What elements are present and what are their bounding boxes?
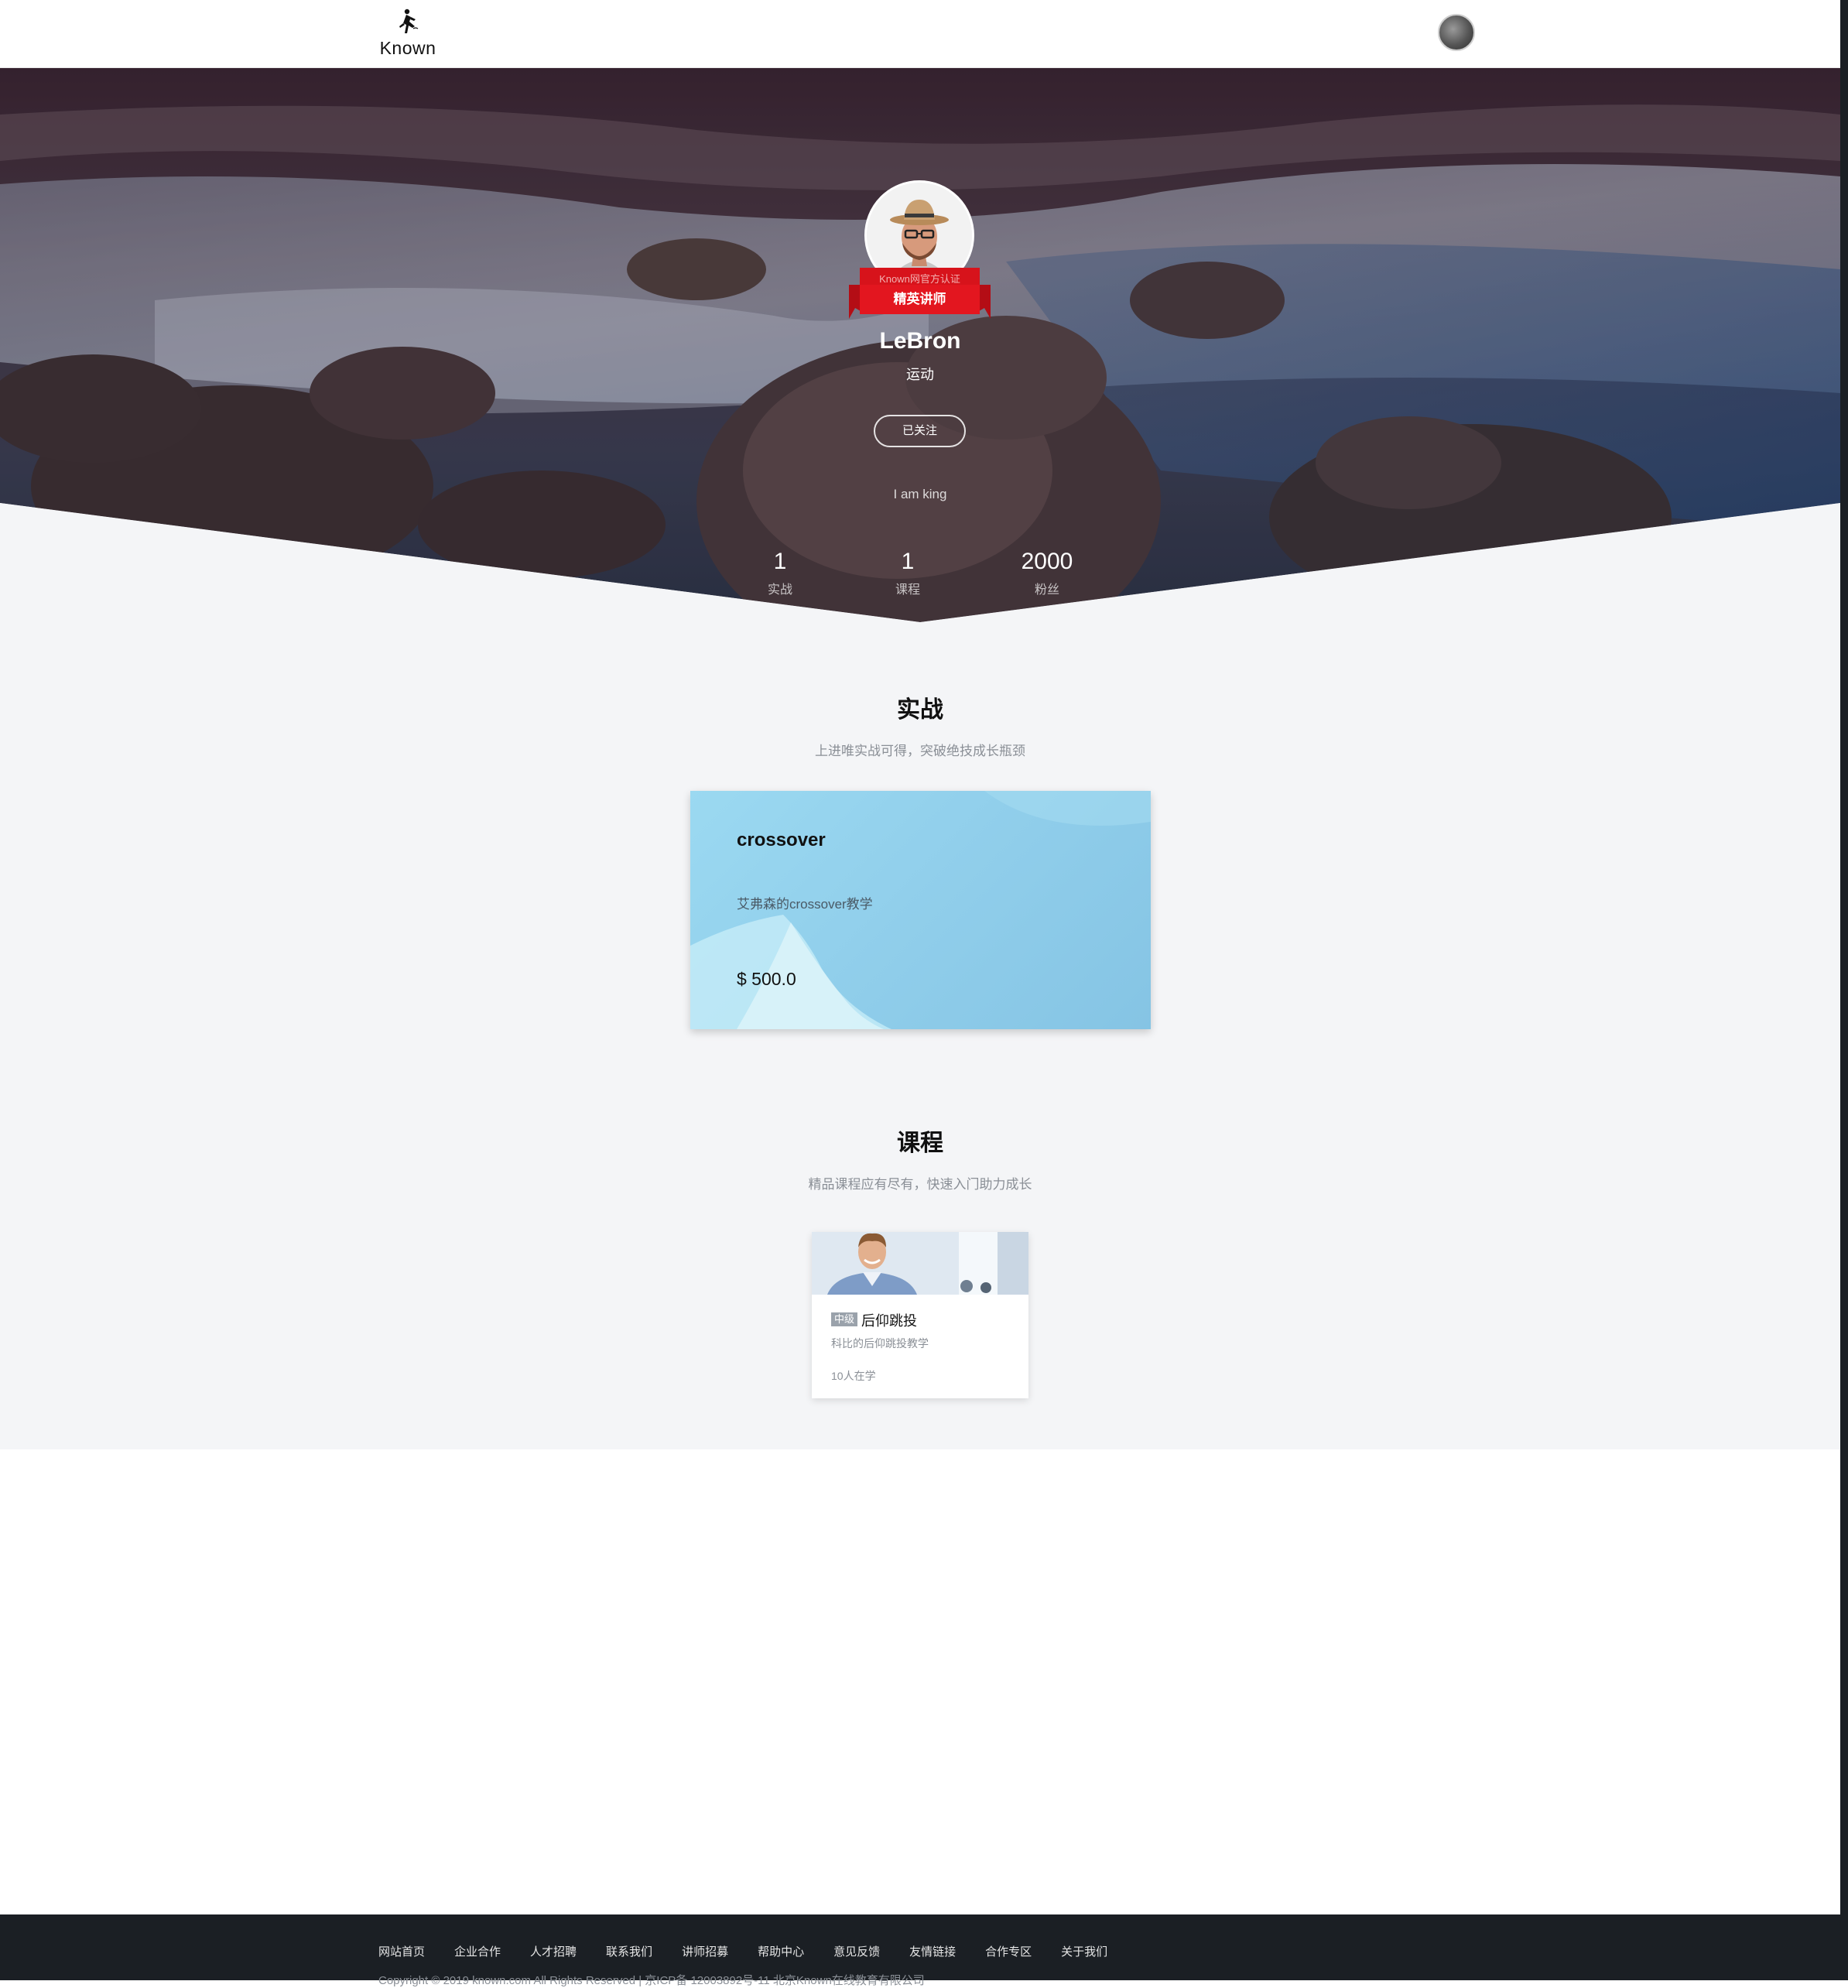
footer-link-contact[interactable]: 联系我们 bbox=[606, 1943, 652, 1959]
footer-link-feedback[interactable]: 意见反馈 bbox=[833, 1943, 880, 1959]
logo-text: Known bbox=[379, 38, 436, 58]
instructor-name: LeBron bbox=[879, 328, 961, 354]
practice-card-description: 艾弗森的crossover教学 bbox=[737, 897, 873, 912]
course-level-badge: 中级 bbox=[831, 1312, 858, 1326]
footer-link-home[interactable]: 网站首页 bbox=[378, 1943, 425, 1959]
footer-link-friends[interactable]: 友情链接 bbox=[909, 1943, 956, 1959]
stat-value: 2000 bbox=[1021, 549, 1073, 574]
elite-instructor-badge: Known网官方认证 精英讲师 bbox=[849, 268, 991, 323]
instructor-bio: I am king bbox=[893, 487, 947, 501]
course-description: 科比的后仰跳投教学 bbox=[831, 1337, 929, 1350]
follow-button[interactable]: 已关注 bbox=[874, 415, 966, 447]
stat-label: 粉丝 bbox=[1034, 583, 1059, 597]
stat-fans: 2000 粉丝 bbox=[993, 548, 1101, 597]
practice-section-subtitle: 上进唯实战可得，突破绝技成长瓶颈 bbox=[815, 744, 1025, 758]
course-section-title: 课程 bbox=[897, 1131, 943, 1156]
stat-value: 1 bbox=[901, 549, 915, 574]
stat-value: 1 bbox=[773, 549, 787, 574]
stat-label: 实战 bbox=[767, 583, 792, 597]
stat-courses: 1 课程 bbox=[854, 548, 962, 597]
footer-link-partners[interactable]: 合作专区 bbox=[985, 1943, 1032, 1959]
practice-section-title: 实战 bbox=[897, 697, 943, 723]
footer-link-careers[interactable]: 人才招聘 bbox=[530, 1943, 577, 1959]
runner-logo-icon bbox=[399, 9, 419, 33]
practice-card-price: $ 500.0 bbox=[737, 969, 796, 989]
site-footer: 网站首页 企业合作 人才招聘 联系我们 讲师招募 帮助中心 意见反馈 友情链接 … bbox=[0, 1914, 1840, 1987]
badge-subtitle: Known网官方认证 bbox=[879, 273, 960, 285]
site-logo[interactable]: Known bbox=[378, 8, 437, 59]
course-card[interactable]: 中级 后仰跳投 科比的后仰跳投教学 10人在学 bbox=[812, 1232, 1028, 1398]
profile-hero: Known网官方认证 精英讲师 LeBron 运动 已关注 I am king … bbox=[0, 68, 1840, 624]
user-avatar[interactable] bbox=[1438, 14, 1475, 51]
course-section-subtitle: 精品课程应有尽有，快速入门助力成长 bbox=[808, 1177, 1032, 1192]
stat-practice: 1 实战 bbox=[726, 548, 834, 597]
footer-links: 网站首页 企业合作 人才招聘 联系我们 讲师招募 帮助中心 意见反馈 友情链接 … bbox=[378, 1943, 1137, 1959]
footer-link-about[interactable]: 关于我们 bbox=[1061, 1943, 1107, 1959]
course-title: 后仰跳投 bbox=[861, 1313, 917, 1329]
stat-label: 课程 bbox=[895, 583, 920, 597]
footer-link-help[interactable]: 帮助中心 bbox=[758, 1943, 804, 1959]
course-learner-count: 10人在学 bbox=[831, 1370, 876, 1382]
footer-link-enterprise[interactable]: 企业合作 bbox=[454, 1943, 501, 1959]
top-navbar: Known bbox=[0, 0, 1840, 68]
course-thumbnail bbox=[812, 1232, 1028, 1295]
footer-link-instructor-recruit[interactable]: 讲师招募 bbox=[682, 1943, 728, 1959]
right-edge-strip bbox=[1840, 0, 1848, 1980]
practice-card[interactable]: crossover 艾弗森的crossover教学 $ 500.0 bbox=[690, 791, 1151, 1029]
smiling-man-thumbnail-icon bbox=[812, 1232, 1028, 1295]
instructor-category: 运动 bbox=[906, 367, 934, 382]
badge-title: 精英讲师 bbox=[893, 292, 946, 306]
practice-card-title: crossover bbox=[737, 830, 826, 850]
